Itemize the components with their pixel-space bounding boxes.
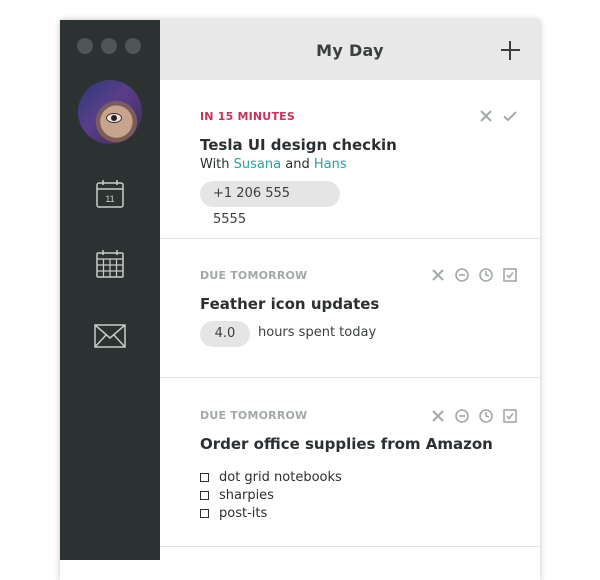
card-title: Order office supplies from Amazon — [200, 435, 493, 453]
app-window: 11 My Day IN 15 MINUTES Tesla UI design … — [60, 20, 540, 580]
sidebar-item-mail[interactable] — [94, 320, 126, 356]
attendee-link[interactable]: Susana — [234, 157, 281, 172]
clock-icon[interactable] — [478, 408, 494, 424]
list-item[interactable]: dot grid notebooks — [200, 468, 342, 486]
card-title: Tesla UI design checkin — [200, 136, 397, 154]
check-icon[interactable] — [502, 108, 518, 124]
with-prefix: With — [200, 157, 230, 172]
list-item[interactable]: sharpies — [200, 486, 342, 504]
avatar-eye — [106, 113, 122, 123]
header: My Day — [160, 20, 540, 80]
avatar[interactable] — [78, 80, 142, 144]
task-card-meeting[interactable]: IN 15 MINUTES Tesla UI design checkin Wi… — [160, 80, 540, 239]
attendee-link[interactable]: Hans — [314, 157, 347, 172]
card-actions — [430, 267, 518, 283]
sidebar: 11 — [60, 20, 160, 560]
list-item-label: dot grid notebooks — [219, 469, 342, 485]
task-card-supplies[interactable]: DUE TOMORROW Order office supplies from … — [160, 378, 540, 547]
close-icon[interactable] — [430, 408, 446, 424]
card-due-label: DUE TOMORROW — [200, 409, 308, 422]
calendar-day-icon: 11 — [96, 180, 124, 208]
checkbox[interactable] — [200, 472, 209, 482]
checkbox-icon[interactable] — [502, 267, 518, 283]
close-window-button[interactable] — [77, 38, 93, 54]
card-actions — [478, 108, 518, 124]
pause-icon[interactable] — [454, 408, 470, 424]
checkbox[interactable] — [200, 508, 209, 518]
list-item-label: post-its — [219, 505, 268, 521]
clock-icon[interactable] — [478, 267, 494, 283]
hours-label: hours spent today — [258, 325, 377, 340]
mail-icon — [94, 324, 126, 348]
close-icon[interactable] — [430, 267, 446, 283]
card-actions — [430, 408, 518, 424]
card-title: Feather icon updates — [200, 295, 380, 313]
hours-input[interactable]: 4.0 — [200, 321, 250, 347]
minimize-window-button[interactable] — [101, 38, 117, 54]
checkbox[interactable] — [200, 490, 209, 500]
card-due-label: IN 15 MINUTES — [200, 110, 295, 123]
conjunction: and — [285, 157, 310, 172]
calendar-month-icon — [96, 250, 124, 278]
list-item-label: sharpies — [219, 487, 274, 503]
pause-icon[interactable] — [454, 267, 470, 283]
calendar-day-number: 11 — [105, 194, 114, 204]
task-card-feather[interactable]: DUE TOMORROW Feather icon updates 4.0 ho… — [160, 239, 540, 378]
checkbox-icon[interactable] — [502, 408, 518, 424]
card-due-label: DUE TOMORROW — [200, 269, 308, 282]
phone-pill[interactable]: +1 206 555 5555 — [200, 181, 340, 227]
zoom-window-button[interactable] — [125, 38, 141, 54]
sidebar-item-today[interactable]: 11 — [94, 177, 126, 213]
page-title: My Day — [316, 41, 384, 60]
sidebar-item-calendar[interactable] — [94, 247, 126, 283]
window-controls — [77, 38, 141, 54]
close-icon[interactable] — [478, 108, 494, 124]
checklist: dot grid notebooks sharpies post-its — [200, 468, 342, 522]
attendees-line: With Susana and Hans — [200, 157, 347, 172]
list-item[interactable]: post-its — [200, 504, 342, 522]
add-button[interactable] — [501, 41, 520, 60]
